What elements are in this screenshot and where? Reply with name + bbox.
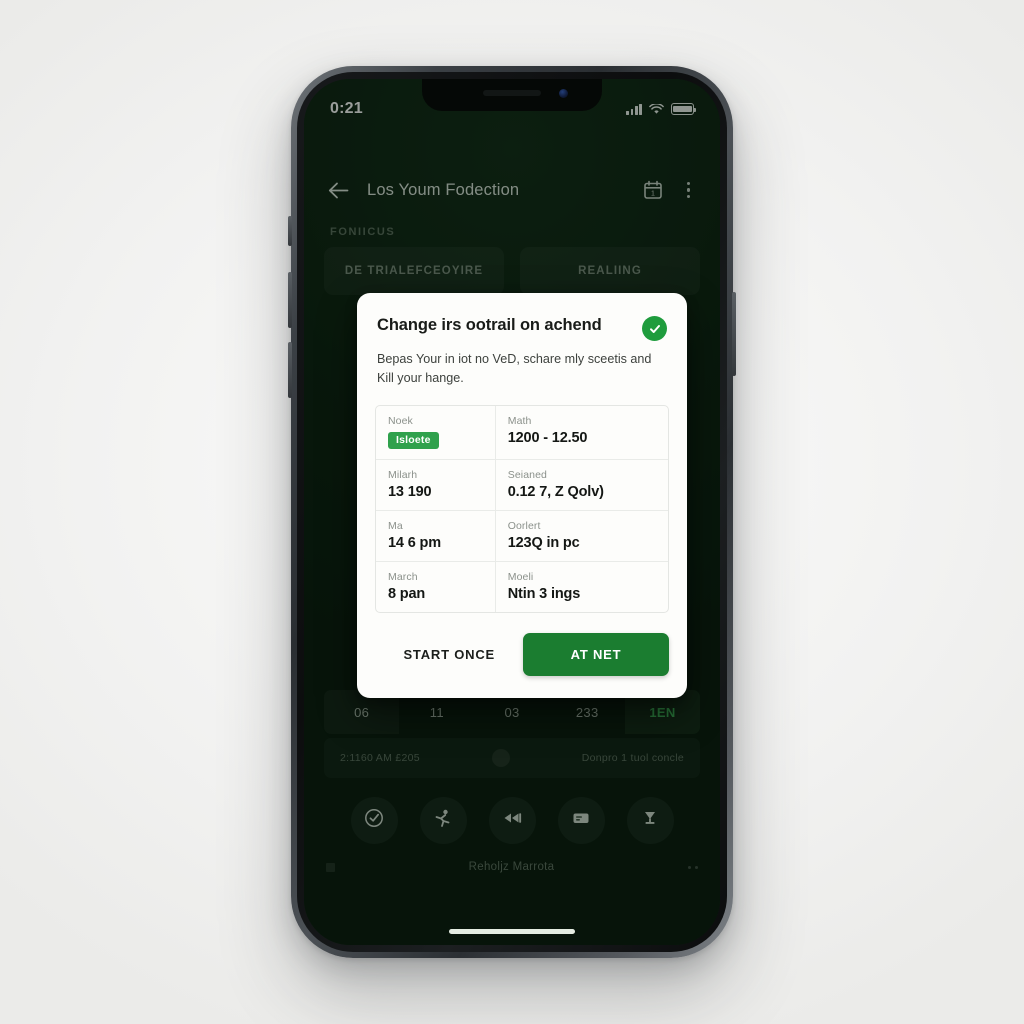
table-cell-right: Oorlert 123Q in pc [496,511,668,561]
cell-label: Noek [388,415,413,428]
mute-switch[interactable] [288,216,292,246]
status-badge: Isloete [388,431,439,449]
cell-label: Math [507,415,532,428]
cell-label: Seianed [507,468,547,481]
check-circle-icon [642,316,667,341]
cell-value: 8 pan [388,585,426,602]
dialog-body-text: Bepas Your in iot no VeD, schare mly sce… [377,352,652,386]
cell-label: Oorlert [507,519,541,532]
confirmation-dialog: Change irs ootrail on achend Bepas Your … [357,293,687,698]
at-net-button[interactable]: AT NET [523,632,669,676]
dialog-header: Change irs ootrail on achend [357,293,687,341]
power-button[interactable] [732,292,736,376]
phone-device-frame: 0:21 Los Youm Fodection 1 FONIICUS DE TR… [288,66,736,958]
cell-label: Moeli [507,570,534,583]
table-cell-right: Seianed 0.12 7, Z Qolv) [496,460,668,510]
cell-label: Milarh [388,468,418,481]
cell-value: Ntin 3 ings [507,585,581,602]
table-cell-right: Math 1200 - 12.50 [496,406,668,459]
table-row: Milarh 13 190 Seianed 0.12 7, Z Qolv) [376,459,668,511]
table-cell-left: Ma 14 6 pm [376,510,496,561]
home-indicator[interactable] [449,929,575,934]
details-table: Noek Isloete Math 1200 - 12.50 Milarh 13… [375,405,669,613]
table-cell-right: Moeli Ntin 3 ings [496,562,668,612]
table-row: Ma 14 6 pm Oorlert 123Q in pc [376,510,668,562]
table-row: Noek Isloete Math 1200 - 12.50 [376,406,668,460]
cell-value: 123Q in pc [507,534,580,551]
cell-label: March [388,570,418,583]
dialog-title: Change irs ootrail on achend [377,316,602,334]
cell-value: 1200 - 12.50 [507,430,588,447]
cell-label: Ma [388,519,403,532]
volume-up-button[interactable] [288,272,292,328]
start-once-button[interactable]: START ONCE [385,636,513,673]
volume-down-button[interactable] [288,342,292,398]
table-row: March 8 pan Moeli Ntin 3 ings [376,561,668,612]
table-cell-left: March 8 pan [376,561,496,612]
phone-screen: 0:21 Los Youm Fodection 1 FONIICUS DE TR… [304,79,720,945]
cell-value: 14 6 pm [388,534,441,551]
dialog-actions: START ONCE AT NET [357,613,687,698]
table-cell-left: Noek Isloete [376,406,496,459]
cell-value: 13 190 [388,483,432,500]
cell-value: 0.12 7, Z Qolv) [507,483,604,500]
table-cell-left: Milarh 13 190 [376,459,496,510]
